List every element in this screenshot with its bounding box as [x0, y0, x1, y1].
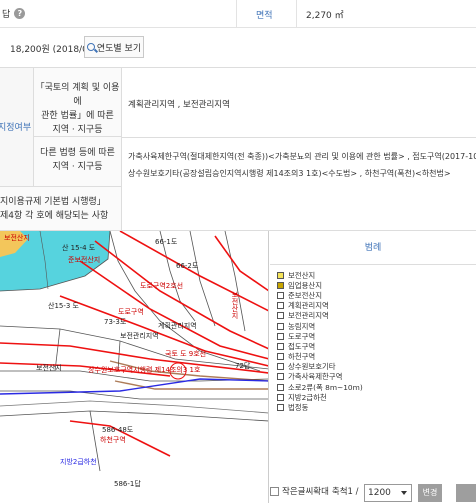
- value-line: 상수원보호기타(공장설립승인지역시행령 제14조의3 1호)<수도법> , 하천…: [128, 169, 451, 178]
- legend-swatch: [277, 332, 284, 340]
- map-label: 산15-3 도: [48, 302, 79, 310]
- map-label: 73-3도: [104, 318, 127, 326]
- map-label: 도로구역: [118, 308, 144, 316]
- scale-select[interactable]: 1200: [364, 484, 412, 502]
- map-label: 586-1답: [114, 480, 141, 488]
- divider: [122, 137, 476, 138]
- legend-swatch: [277, 291, 284, 299]
- map-label: 상수원보호구역시행령 제14조의3 1호: [88, 366, 201, 374]
- legend-item: 도로구역: [277, 331, 363, 341]
- legend-item: 하천구역: [277, 352, 363, 362]
- map-label: 보전산지: [4, 234, 30, 242]
- search-icon: [86, 43, 95, 51]
- legend-item: 농림지역: [277, 321, 363, 331]
- legend-swatch: [277, 404, 284, 412]
- value-line: 가축사육제한구역(절대제한지역(전 축종))<가축분뇨의 관리 및 이용에 관한…: [128, 152, 476, 161]
- zoning-national-law-value: 계획관리지역 , 보전관리지역: [128, 100, 230, 110]
- zoning-other-law-value: 가축사육제한구역(절대제한지역(전 축종))<가축분뇨의 관리 및 이용에 관한…: [128, 148, 476, 182]
- legend-swatch: [277, 373, 284, 381]
- label-line: 지역 · 지구등: [52, 162, 103, 172]
- official-price-row: 18,200원 (2018/01) 연도별 보기: [0, 28, 476, 68]
- legend-item: 계획관리지역: [277, 301, 363, 311]
- legend-swatch: [277, 302, 284, 310]
- legend-swatch: [277, 342, 284, 350]
- land-use-regulation-label: 지이용규제 기본법 시행령」 제4항 각 호에 해당되는 사항: [0, 187, 122, 231]
- enlarge-text-checkbox[interactable]: [270, 486, 279, 496]
- map-label: 66-1도: [155, 238, 178, 246]
- area-label: 면적: [256, 11, 273, 21]
- legend-swatch: [277, 363, 284, 371]
- label-line: 지이용규제 기본법 시행령」: [0, 197, 106, 207]
- map-label: 보전산지: [36, 364, 62, 372]
- land-category: 답 ?: [2, 7, 26, 20]
- map-label: 보전산지: [231, 291, 239, 319]
- view-by-year-button[interactable]: 연도별 보기: [84, 36, 144, 58]
- map-controls: 작은글씨확대 축척1 /: [270, 485, 359, 497]
- scale-value: 1200: [368, 488, 391, 498]
- map-label: 586-48도: [102, 426, 134, 434]
- legend-swatch: [277, 322, 284, 330]
- map-label: 하천구역: [100, 436, 126, 444]
- legend-item: 상수원보호기타: [277, 362, 363, 372]
- map-label: 계획관리지역: [158, 322, 197, 330]
- map-legend: 범례 보전산지 임업용산지 준보전산지 계획관리지역 보전관리지역 농림지역 도로구역 접도구…: [270, 231, 476, 503]
- map-label: 산 15-4 도: [62, 244, 96, 252]
- map-label: 국토 도 9호선: [165, 350, 207, 358]
- legend-item: 임업용산지: [277, 280, 363, 290]
- zoning-head-label: 지정여부: [0, 123, 32, 133]
- zoning-table: 지정여부 「국토의 계획 및 이용에 관한 법률」에 따른 지역 · 지구등 계…: [0, 68, 476, 231]
- zoning-head: 지정여부: [0, 68, 34, 187]
- chevron-down-icon: [401, 491, 407, 495]
- legend-item: 법정동: [277, 402, 363, 412]
- map-label: 지방2급하천: [60, 458, 97, 466]
- legend-item: 준보전산지: [277, 290, 363, 300]
- legend-swatch: [277, 353, 284, 361]
- map-label: 보전관리지역: [120, 332, 159, 340]
- enlarge-text-label: 작은글씨확대: [282, 487, 329, 497]
- question-icon[interactable]: ?: [14, 8, 26, 19]
- map-label: 도로구역2호선: [140, 282, 184, 290]
- legend-item: 가축사육제한구역: [277, 372, 363, 382]
- divider: [296, 0, 297, 28]
- legend-item: 보전관리지역: [277, 311, 363, 321]
- legend-swatch: [277, 271, 284, 279]
- legend-item: 접도구역: [277, 341, 363, 351]
- zoning-national-law-label: 「국토의 계획 및 이용에 관한 법률」에 따른 지역 · 지구등: [34, 68, 122, 137]
- view-by-year-label: 연도별 보기: [96, 43, 142, 54]
- legend-item: 지방2급하천: [277, 392, 363, 402]
- legend-title: 범례: [270, 231, 476, 265]
- legend-swatch: [277, 383, 284, 391]
- legend-item: 보전산지: [277, 270, 363, 280]
- change-scale-button[interactable]: 변경: [418, 484, 442, 502]
- scale-label: 축척1 /: [331, 487, 359, 497]
- legend-list: 보전산지 임업용산지 준보전산지 계획관리지역 보전관리지역 농림지역 도로구역 접도구역 하천…: [277, 270, 363, 413]
- map-tool-button[interactable]: [456, 484, 476, 502]
- area-value: 2,270 ㎡: [306, 11, 344, 21]
- land-use-map[interactable]: 보전산지 산 15-4 도 준보전산지 66-1도 66-2도 도로구역2호선 …: [0, 231, 269, 503]
- label-line: 지역 · 지구등: [52, 125, 103, 135]
- legend-label: 법정동: [288, 403, 309, 413]
- legend-swatch: [277, 393, 284, 401]
- label-line: 다른 법령 등에 따른: [40, 148, 115, 158]
- divider: [236, 0, 237, 28]
- legend-item: 소로2류(폭 8m~10m): [277, 382, 363, 392]
- label-line: 관한 법률」에 따른: [41, 111, 114, 121]
- legend-swatch: [277, 312, 284, 320]
- land-category-value: 답: [2, 10, 11, 20]
- label-line: 제4항 각 호에 해당되는 사항: [0, 211, 109, 221]
- label-line: 「국토의 계획 및 이용에: [35, 83, 120, 107]
- map-label: 72답: [235, 362, 251, 370]
- map-label: 66-2도: [176, 262, 199, 270]
- zoning-other-law-label: 다른 법령 등에 따른 지역 · 지구등: [34, 137, 122, 187]
- parcel-info-row: 답 ? 면적 2,270 ㎡: [0, 0, 476, 28]
- legend-swatch: [277, 281, 284, 289]
- map-label: 준보전산지: [68, 256, 101, 264]
